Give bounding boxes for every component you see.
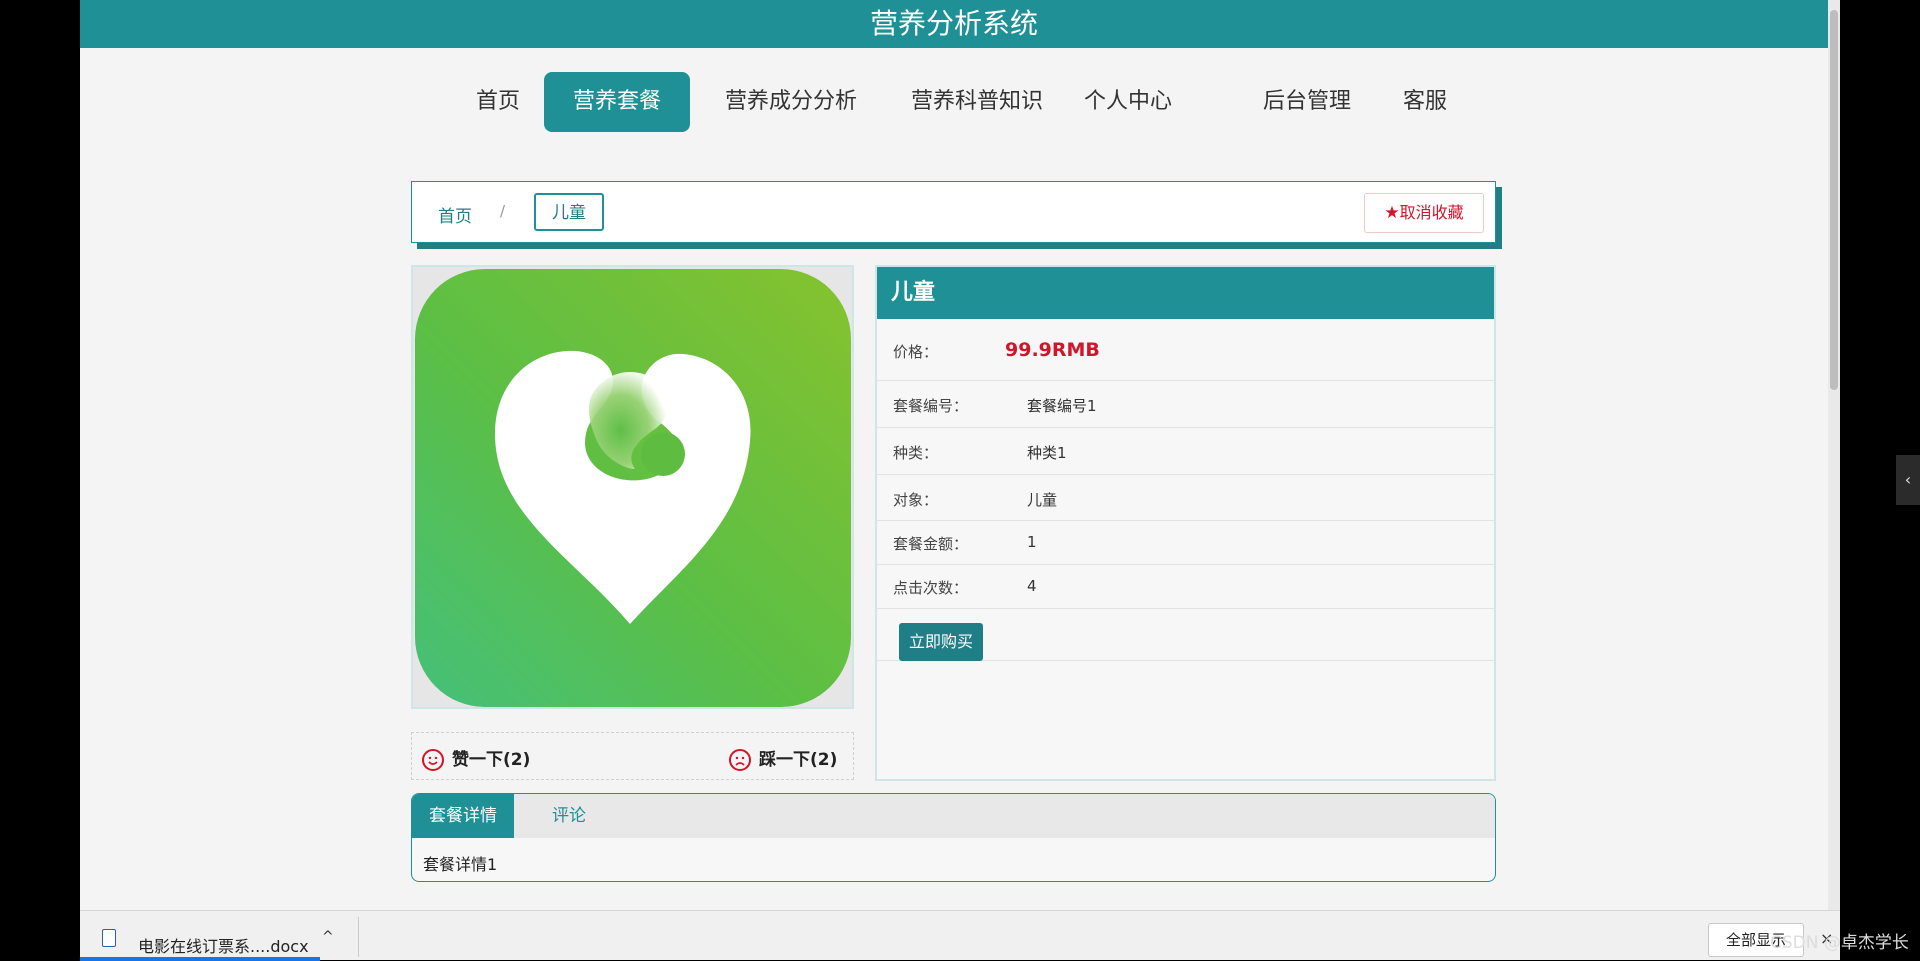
field-label: 套餐编号：	[893, 397, 969, 415]
unfavorite-label: 取消收藏	[1399, 203, 1464, 222]
field-value: 儿童	[1027, 491, 1058, 509]
download-bar: 电影在线订票系....docx ^ 全部显示 ×	[80, 910, 1840, 961]
product-info-panel: 儿童 价格： 99.9RMB 套餐编号： 套餐编号1 种类： 种类1 对象： 儿…	[875, 265, 1496, 781]
product-image-frame	[411, 265, 854, 709]
breadcrumb-home[interactable]: 首页	[438, 202, 472, 227]
breadcrumb-current[interactable]: 儿童	[534, 193, 604, 231]
field-row: 种类： 种类1	[877, 428, 1494, 475]
unfavorite-button[interactable]: ★取消收藏	[1364, 193, 1484, 233]
chevron-left-icon[interactable]: ‹	[1896, 455, 1920, 505]
tab-content: 套餐详情1	[423, 855, 498, 874]
smile-icon	[422, 749, 444, 771]
vote-box: 赞一下(2) 踩一下(2)	[411, 732, 854, 780]
download-file-name[interactable]: 电影在线订票系....docx	[138, 933, 309, 957]
watermark: CSDN @卓杰学长	[1770, 933, 1909, 953]
like-button[interactable]: 赞一下(2)	[422, 745, 530, 771]
buy-row: 立即购买	[877, 609, 1494, 661]
product-image	[415, 269, 851, 707]
field-row: 对象： 儿童	[877, 475, 1494, 521]
like-label: 赞一下(2)	[452, 750, 531, 770]
tab-comments[interactable]: 评论	[514, 794, 624, 838]
field-row: 套餐编号： 套餐编号1	[877, 381, 1494, 428]
field-label: 点击次数：	[893, 579, 969, 597]
price-row: 价格： 99.9RMB	[877, 319, 1494, 381]
nav-nutrient-analysis[interactable]: 营养成分分析	[708, 72, 874, 132]
field-label: 对象：	[893, 491, 939, 509]
dislike-button[interactable]: 踩一下(2)	[729, 745, 837, 771]
word-file-icon	[102, 929, 116, 947]
site-header: 营养分析系统	[80, 0, 1828, 48]
nav-personal-center[interactable]: 个人中心	[1078, 72, 1178, 132]
tab-package-details[interactable]: 套餐详情	[412, 794, 514, 838]
main-nav: 首页 营养套餐 营养成分分析 营养科普知识 个人中心 后台管理 客服	[80, 70, 1828, 136]
field-label: 种类：	[893, 444, 939, 462]
nav-nutrition-packages[interactable]: 营养套餐	[544, 72, 690, 132]
download-progress	[80, 957, 320, 961]
dislike-label: 踩一下(2)	[759, 750, 838, 770]
frown-icon	[729, 749, 751, 771]
field-label: 套餐金额：	[893, 535, 969, 553]
nav-home[interactable]: 首页	[448, 72, 548, 132]
buy-now-button[interactable]: 立即购买	[899, 623, 983, 661]
detail-tabs: 套餐详情 评论 套餐详情1	[411, 793, 1496, 882]
nav-customer-service[interactable]: 客服	[1390, 72, 1460, 132]
site-title: 营养分析系统	[869, 7, 1038, 40]
breadcrumb: 首页 / 儿童 ★取消收藏	[411, 181, 1496, 243]
field-row: 点击次数： 4	[877, 565, 1494, 609]
tabs-bar: 套餐详情 评论	[412, 794, 1495, 838]
field-row: 套餐金额： 1	[877, 521, 1494, 565]
nav-nutrition-knowledge[interactable]: 营养科普知识	[894, 72, 1060, 132]
field-value: 种类1	[1027, 444, 1067, 462]
field-value: 4	[1027, 577, 1037, 595]
page-scrollbar[interactable]	[1828, 0, 1840, 910]
nav-admin[interactable]: 后台管理	[1246, 72, 1368, 132]
breadcrumb-separator: /	[500, 202, 506, 220]
field-value: 1	[1027, 533, 1037, 551]
left-black-margin	[0, 0, 80, 960]
price-value: 99.9RMB	[1005, 339, 1100, 361]
star-icon: ★	[1384, 203, 1400, 223]
price-label: 价格：	[893, 343, 939, 361]
browser-viewport: 营养分析系统 首页 营养套餐 营养成分分析 营养科普知识 个人中心 后台管理 客…	[80, 0, 1828, 910]
heart-logo-icon	[495, 350, 751, 624]
chevron-up-icon[interactable]: ^	[322, 929, 334, 945]
product-title: 儿童	[877, 267, 1494, 319]
scrollbar-thumb[interactable]	[1830, 10, 1838, 390]
divider	[358, 917, 359, 957]
field-value: 套餐编号1	[1027, 397, 1097, 415]
